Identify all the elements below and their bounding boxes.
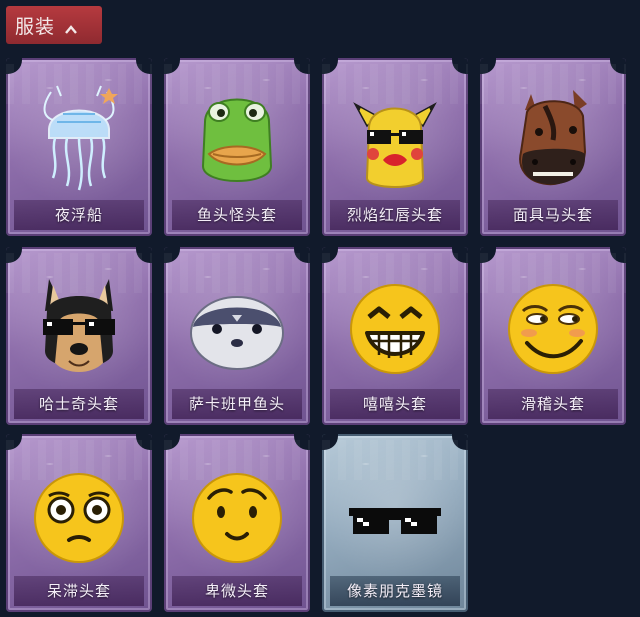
costume-item-horse-head[interactable]: 面具马头套 [480,58,626,236]
costume-item-husky[interactable]: 哈士奇头套 [6,247,152,425]
costume-item-pixel-sunglasses[interactable]: 像素朋克墨镜 [322,434,468,612]
costume-item-smirk[interactable]: 滑稽头套 [480,247,626,425]
costume-item-fish-head[interactable]: 鱼头怪头套 [164,58,310,236]
costume-item-grin[interactable]: 嘻嘻头套 [322,247,468,425]
fish-head-mask-icon [201,98,273,182]
item-label: 面具马头套 [488,200,618,230]
sacabambaspis-head-icon [190,296,284,370]
husky-sunglasses-mask-icon [43,279,115,372]
dazed-emoji-mask-icon [34,473,124,563]
costume-grid: 夜浮船 鱼头怪头套 烈焰红唇头套 面具马头套 哈士奇头套 萨卡班甲鱼头 嘻嘻头套… [6,58,634,617]
item-label: 萨卡班甲鱼头 [172,389,302,419]
grin-emoji-mask-icon [350,284,440,374]
pikachu-lips-mask-icon [353,102,437,188]
category-title: 服装 [15,15,56,38]
item-label: 哈士奇头套 [14,389,144,419]
item-label: 滑稽头套 [488,389,618,419]
pixel-sunglasses-icon [349,508,441,534]
costume-item-sacabambaspis[interactable]: 萨卡班甲鱼头 [164,247,310,425]
jellyfish-icon [43,85,118,191]
costume-item-humble[interactable]: 卑微头套 [164,434,310,612]
horse-head-mask-icon [519,90,587,186]
item-label: 呆滞头套 [14,576,144,606]
chevron-up-icon [65,19,77,34]
item-label: 烈焰红唇头套 [330,200,460,230]
item-label: 像素朋克墨镜 [330,576,460,606]
item-label: 卑微头套 [172,576,302,606]
costume-item-dazed[interactable]: 呆滞头套 [6,434,152,612]
smirk-emoji-mask-icon [508,284,598,374]
category-tab-costume[interactable]: 服装 [6,6,102,44]
item-label: 嘻嘻头套 [330,389,460,419]
costume-item-jellyfish[interactable]: 夜浮船 [6,58,152,236]
humble-emoji-mask-icon [192,473,282,563]
item-label: 夜浮船 [14,200,144,230]
costume-item-pikachu-lips[interactable]: 烈焰红唇头套 [322,58,468,236]
item-label: 鱼头怪头套 [172,200,302,230]
